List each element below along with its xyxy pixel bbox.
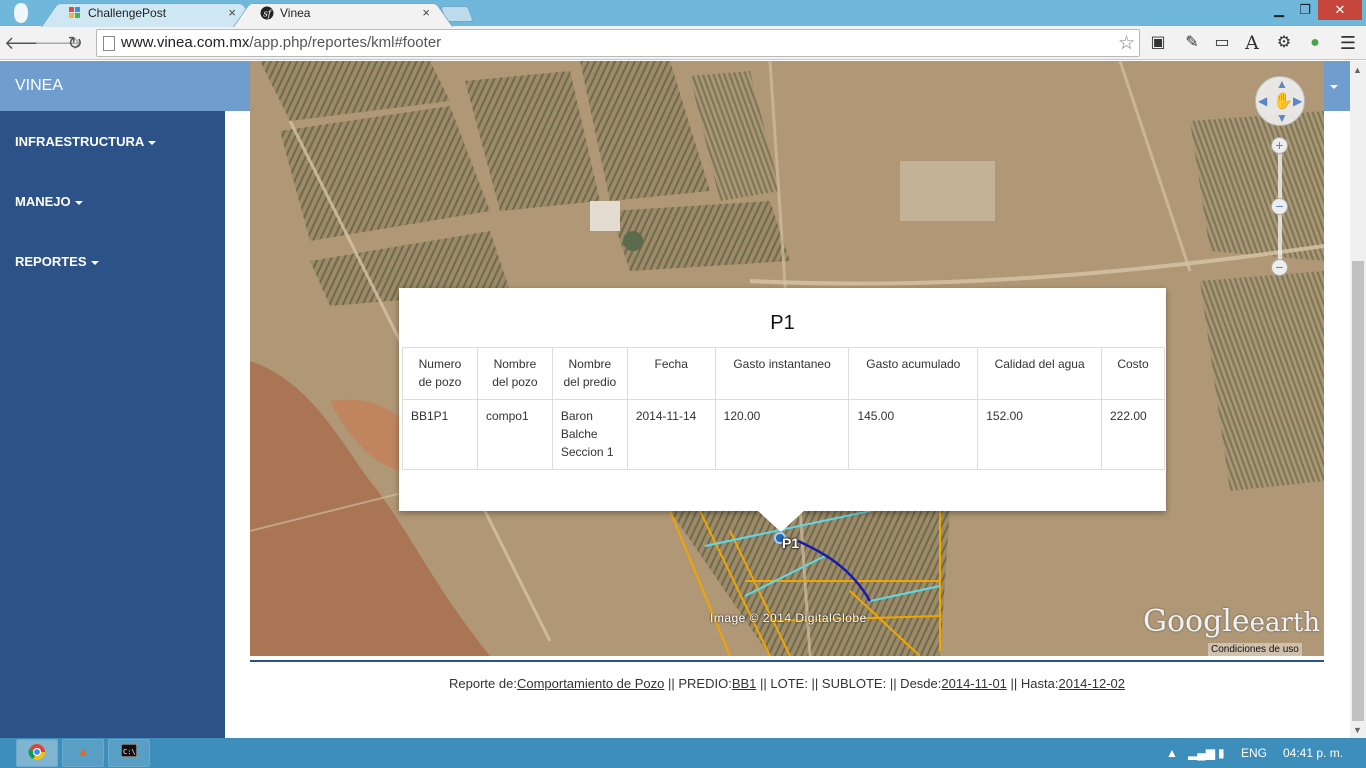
table-header-row: Numero de pozo Nombre del pozo Nombre de… xyxy=(402,347,1166,400)
sidebar: INFRAESTRUCTURA MANEJO REPORTES xyxy=(0,61,225,738)
taskbar-app-button[interactable]: ▲ xyxy=(62,739,104,767)
google-earth-logo: Googleearth xyxy=(1143,604,1321,639)
gear-icon[interactable]: ⚙ xyxy=(1272,31,1296,55)
desde-date-link[interactable]: 2014-11-01 xyxy=(941,676,1007,691)
show-hidden-icons[interactable]: ▲ xyxy=(1166,746,1178,760)
pozo-table: Numero de pozo Nombre del pozo Nombre de… xyxy=(402,347,1166,470)
sidebar-item-infraestructura[interactable]: INFRAESTRUCTURA xyxy=(15,134,157,149)
tab-title: Vinea xyxy=(280,6,311,20)
browser-titlebar: ChallengePost × sf Vinea × ▁ ❐ ✕ xyxy=(0,0,1366,26)
hand-icon: ✋ xyxy=(1273,93,1293,110)
map-navigation-control[interactable]: ▲ ▼ ◀ ▶ ✋ xyxy=(1255,76,1305,126)
balloon-tail xyxy=(757,510,805,532)
brand-logo[interactable]: VINEA xyxy=(0,61,250,111)
sidebar-item-manejo[interactable]: MANEJO xyxy=(15,194,83,209)
imagery-credit: Image © 2014 DigitalGlobe xyxy=(710,611,867,625)
back-button[interactable]: 🡐 xyxy=(4,31,52,55)
column-header: Costo xyxy=(1100,347,1166,400)
table-cell: 222.00 xyxy=(1100,399,1166,470)
table-row: BB1P1 compo1 Baron Balche Seccion 1 2014… xyxy=(402,399,1166,470)
bookmark-star-icon[interactable]: ☆ xyxy=(1118,32,1135,55)
app-icon: ▲ xyxy=(76,744,90,759)
caret-down-icon xyxy=(74,200,83,205)
clock[interactable]: 04:41 p. m. xyxy=(1283,746,1343,760)
forward-button[interactable]: 🡒 xyxy=(34,31,82,55)
page-content: INFRAESTRUCTURA MANEJO REPORTES ▲ ▼ ◀ ▶ … xyxy=(0,61,1366,738)
hasta-date-link[interactable]: 2014-12-02 xyxy=(1058,676,1125,691)
table-cell: 2014-11-14 xyxy=(626,399,716,470)
symfony-icon: sf xyxy=(260,6,274,20)
taskbar-chrome-button[interactable] xyxy=(16,739,58,767)
command-prompt-icon: C:\ xyxy=(109,743,149,760)
profile-icon[interactable] xyxy=(12,2,30,24)
cast-extension-icon[interactable]: ▭ xyxy=(1210,31,1234,55)
balloon-title: P1 xyxy=(770,312,795,334)
placemark-info-balloon: P1 Numero de pozo Nombre del pozo Nombre… xyxy=(399,288,1166,532)
tab-vinea[interactable]: sf Vinea × xyxy=(252,2,434,26)
predio-link[interactable]: BB1 xyxy=(732,676,757,691)
page-icon xyxy=(103,36,115,51)
report-footer: Reporte de:Comportamiento de Pozo || PRE… xyxy=(250,660,1324,704)
caret-down-icon xyxy=(1330,85,1338,89)
zoom-in-button[interactable]: + xyxy=(1271,137,1288,154)
table-cell: compo1 xyxy=(476,399,553,470)
report-type-link[interactable]: Comportamiento de Pozo xyxy=(517,676,664,691)
scroll-down-icon[interactable]: ▼ xyxy=(1353,725,1362,735)
chrome-icon xyxy=(17,744,57,764)
column-header: Calidad del agua xyxy=(977,347,1102,400)
taskbar-cmd-button[interactable]: C:\ xyxy=(108,739,150,767)
table-cell: BB1P1 xyxy=(402,399,478,470)
tab-title: ChallengePost xyxy=(88,6,167,20)
column-header: Gasto instantaneo xyxy=(714,347,850,400)
url-text: www.vinea.com.mx/app.php/reportes/kml#fo… xyxy=(121,34,442,51)
tab-challengepost[interactable]: ChallengePost × xyxy=(60,2,240,26)
minimize-button[interactable]: ▁ xyxy=(1266,0,1292,20)
font-extension-icon[interactable]: A xyxy=(1240,31,1264,55)
address-bar[interactable]: www.vinea.com.mx/app.php/reportes/kml#fo… xyxy=(96,29,1140,57)
location-extension-icon[interactable]: ● xyxy=(1303,31,1327,55)
zoom-out-button[interactable]: − xyxy=(1271,259,1288,276)
battery-icon[interactable]: ▮ xyxy=(1218,746,1225,760)
column-header: Gasto acumulado xyxy=(848,347,979,400)
windows-taskbar: ▲ C:\ ▲ ▂▄▆ ▮ ENG 04:41 p. m. xyxy=(0,738,1366,768)
challengepost-icon xyxy=(68,6,82,20)
top-nav-dropdown[interactable] xyxy=(1324,61,1350,111)
table-cell: 120.00 xyxy=(714,399,850,470)
extension-icon[interactable]: ▣ xyxy=(1146,31,1170,55)
zoom-thumb[interactable]: − xyxy=(1271,198,1288,215)
language-indicator[interactable]: ENG xyxy=(1241,746,1267,760)
table-cell: Baron Balche Seccion 1 xyxy=(551,399,628,470)
placemark-label: P1 xyxy=(782,535,800,551)
column-header: Numero de pozo xyxy=(402,347,478,400)
scroll-thumb[interactable] xyxy=(1352,261,1364,721)
column-header: Nombre del predio xyxy=(551,347,628,400)
google-earth-map[interactable]: ▲ ▼ ◀ ▶ ✋ + − − P1 Image © 2014 DigitalG… xyxy=(250,61,1324,656)
caret-down-icon xyxy=(90,260,99,265)
close-tab-icon[interactable]: × xyxy=(228,2,236,24)
column-header: Fecha xyxy=(626,347,716,400)
page-scrollbar[interactable]: ▲ ▼ xyxy=(1350,61,1366,738)
scroll-up-icon[interactable]: ▲ xyxy=(1353,65,1362,75)
browser-toolbar: 🡐 🡒 ↻ www.vinea.com.mx/app.php/reportes/… xyxy=(0,26,1366,60)
close-window-button[interactable]: ✕ xyxy=(1318,0,1362,20)
menu-icon[interactable]: ☰ xyxy=(1336,31,1360,55)
table-cell: 152.00 xyxy=(977,399,1102,470)
signal-icon[interactable]: ▂▄▆ xyxy=(1188,746,1215,760)
table-cell: 145.00 xyxy=(848,399,979,470)
svg-text:C:\: C:\ xyxy=(123,748,136,756)
maximize-button[interactable]: ❐ xyxy=(1292,0,1318,20)
terms-link[interactable]: Condiciones de uso xyxy=(1208,643,1302,656)
eyedropper-extension-icon[interactable]: ✎ xyxy=(1180,31,1204,55)
sidebar-item-reportes[interactable]: REPORTES xyxy=(15,254,99,269)
column-header: Nombre del pozo xyxy=(476,347,553,400)
caret-down-icon xyxy=(148,140,157,145)
reload-button[interactable]: ↻ xyxy=(63,31,87,55)
close-tab-icon[interactable]: × xyxy=(422,2,430,24)
